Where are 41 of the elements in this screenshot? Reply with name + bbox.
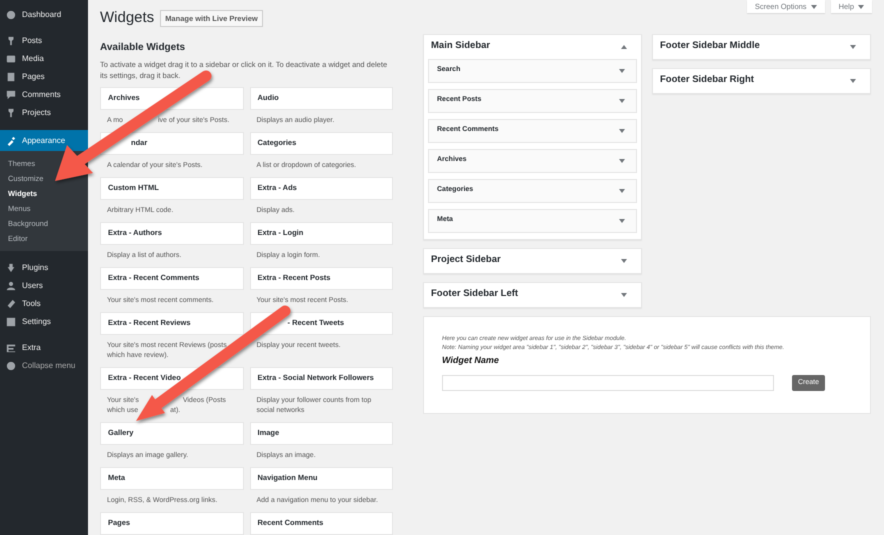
menu-item[interactable]: Users [0,277,88,295]
menu-item[interactable]: Plugins [0,259,88,277]
menu-item[interactable]: Collapse menu [0,357,88,375]
sidebar-title[interactable]: Project Sidebar [431,253,501,268]
widget-name-field[interactable] [442,375,774,391]
menu-item[interactable]: Settings [0,313,88,331]
collapse-caret-icon[interactable] [621,44,627,48]
caret-icon[interactable] [810,4,817,8]
menu-item[interactable]: Appearance [0,130,88,151]
expand-caret-icon[interactable] [619,188,625,192]
menu-icon [6,281,16,291]
menu-item[interactable]: Projects [0,104,88,122]
sidebar-title[interactable]: Footer Sidebar Left [431,287,518,302]
menu-icon [6,343,16,353]
page-title: Widgets [100,8,154,28]
expand-caret-icon[interactable] [619,68,625,72]
expand-caret-icon[interactable] [850,78,856,82]
sidebar-title[interactable]: Footer Sidebar Right [660,73,754,88]
menu-item[interactable]: Extra [0,339,88,357]
expand-caret-icon[interactable] [619,158,625,162]
section-heading: Available Widgets [100,40,186,54]
expand-caret-icon[interactable] [621,292,627,296]
field-label: Widget Name [442,354,500,367]
expand-caret-icon[interactable] [619,98,625,102]
menu-item[interactable]: Tools [0,295,88,313]
menu-item[interactable]: Comments [0,86,88,104]
sidebar-title[interactable]: Footer Sidebar Middle [660,39,760,54]
menu-item[interactable]: Posts [0,32,88,50]
expand-caret-icon[interactable] [619,128,625,132]
menu-icon [6,263,16,273]
expand-caret-icon[interactable] [619,218,625,222]
menu-item[interactable]: Media [0,50,88,68]
menu-item[interactable]: Pages [0,68,88,86]
menu-icon [6,136,16,146]
expand-caret-icon[interactable] [850,44,856,48]
menu-item[interactable]: Dashboard [0,6,88,24]
menu-icon [6,361,16,371]
caret-icon[interactable] [858,4,864,8]
expand-caret-icon[interactable] [621,258,627,262]
sidebar-title[interactable]: Main Sidebar [431,39,490,54]
menu-icon [6,10,16,20]
